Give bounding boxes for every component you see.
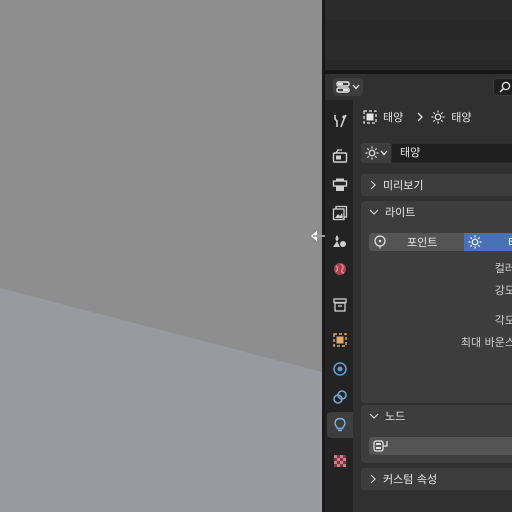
tool-icon xyxy=(334,114,347,128)
tab-world[interactable] xyxy=(327,256,353,282)
physics-icon xyxy=(333,362,347,376)
render-icon xyxy=(332,149,348,163)
light-type-sun-label: 태 xyxy=(508,234,512,250)
scene-icon xyxy=(333,235,346,247)
color-label: 컬러 xyxy=(494,262,512,275)
panel-nodes: 노드 xyxy=(361,405,512,463)
properties-tabs xyxy=(325,100,353,512)
breadcrumb-object-name: 태양 xyxy=(383,111,404,124)
chevron-right-icon xyxy=(370,180,376,190)
strength-label: 강도 xyxy=(494,284,512,297)
tab-object[interactable] xyxy=(327,327,353,353)
light-type-selector: 포인트 태 xyxy=(369,233,512,251)
output-icon xyxy=(332,178,348,191)
tab-collection[interactable] xyxy=(327,292,353,318)
3d-viewport[interactable] xyxy=(0,0,322,512)
view-layer-icon xyxy=(332,205,348,221)
object-icon xyxy=(333,333,347,347)
panel-custom-properties-header[interactable]: 커스텀 속성 xyxy=(361,468,437,490)
chevron-down-icon xyxy=(369,413,379,419)
chevron-right-icon xyxy=(370,474,376,484)
panel-preview[interactable]: 미리보기 xyxy=(361,174,512,196)
datablock-browse-button[interactable] xyxy=(361,143,391,163)
light-type-point-label: 포인트 xyxy=(407,236,438,249)
tab-view-layer[interactable] xyxy=(327,200,353,226)
panel-preview-header[interactable]: 미리보기 xyxy=(361,174,423,196)
chevron-down-icon xyxy=(369,209,379,215)
use-nodes-button[interactable] xyxy=(369,437,512,455)
light-bulb-icon xyxy=(334,417,346,432)
properties-header xyxy=(325,74,512,100)
light-type-point-button[interactable]: 포인트 xyxy=(369,233,464,251)
panel-custom-properties-title: 커스텀 속성 xyxy=(383,473,438,486)
panel-preview-title: 미리보기 xyxy=(383,179,424,192)
outliner-row xyxy=(325,0,512,20)
angle-label: 각도 xyxy=(494,314,512,327)
tab-tool[interactable] xyxy=(327,108,353,134)
panel-custom-properties[interactable]: 커스텀 속성 xyxy=(361,468,512,490)
light-type-sun-button[interactable]: 태 xyxy=(464,233,512,251)
panel-light-header[interactable]: 라이트 xyxy=(361,201,415,223)
tab-constraints[interactable] xyxy=(327,384,353,410)
tab-physics[interactable] xyxy=(327,356,353,382)
breadcrumb-light-name: 태양 xyxy=(451,111,472,124)
world-icon xyxy=(334,263,346,275)
node-tree-icon xyxy=(373,440,388,452)
sun-icon xyxy=(365,146,378,160)
chevron-down-icon xyxy=(352,84,360,90)
datablock-name-field[interactable]: 태양 xyxy=(391,143,512,163)
tab-output[interactable] xyxy=(327,172,353,198)
tab-light-data[interactable] xyxy=(327,412,353,438)
breadcrumb: 태양 태양 xyxy=(363,108,472,126)
search-button[interactable] xyxy=(493,78,512,96)
max-bounces-label: 최대 바운스 xyxy=(460,336,512,349)
panel-nodes-title: 노드 xyxy=(385,410,406,423)
panel-nodes-header[interactable]: 노드 xyxy=(361,405,405,427)
object-data-icon xyxy=(363,110,377,124)
tab-render[interactable] xyxy=(327,143,353,169)
outliner-row xyxy=(325,20,512,40)
constraints-icon xyxy=(333,390,347,404)
light-datablock-selector: 태양 xyxy=(361,143,512,163)
properties-content: 태양 태양 태양 미리보기 라이트 포인트 컬러 강도 각도 최대 바운스 노드… xyxy=(353,100,512,512)
sun-icon xyxy=(468,235,482,249)
tab-scene[interactable] xyxy=(327,228,353,254)
sun-icon xyxy=(431,110,445,124)
texture-icon xyxy=(334,455,346,467)
outliner-area[interactable] xyxy=(325,0,512,72)
viewport-scene xyxy=(0,0,322,512)
search-icon xyxy=(499,81,511,93)
properties-editor-icon xyxy=(336,81,350,93)
panel-light-title: 라이트 xyxy=(385,206,416,219)
outliner-row xyxy=(325,40,512,60)
tab-texture[interactable] xyxy=(327,448,353,474)
panel-light: 라이트 포인트 컬러 강도 각도 최대 바운스 xyxy=(361,201,512,403)
editor-type-button[interactable] xyxy=(333,78,363,96)
collection-icon xyxy=(333,298,347,312)
chevron-down-icon xyxy=(380,150,387,156)
point-light-icon xyxy=(374,235,386,249)
chevron-right-icon xyxy=(417,112,424,122)
